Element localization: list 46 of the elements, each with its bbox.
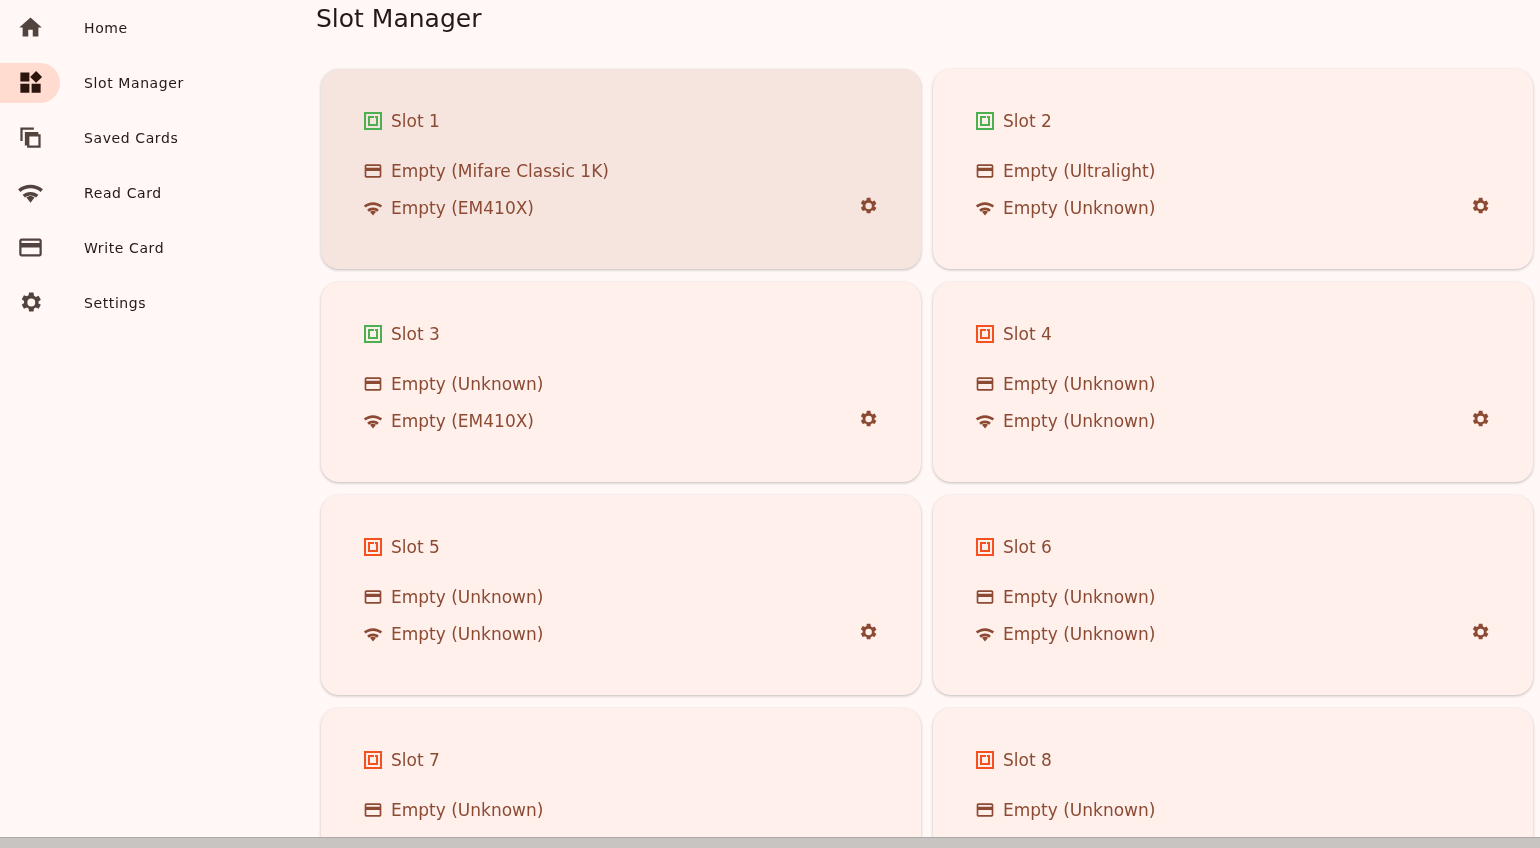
lf-card-label: Empty (Unknown) — [1003, 198, 1156, 218]
card-icon — [363, 374, 383, 394]
nav-item[interactable]: Write Card — [0, 220, 316, 275]
slot-card[interactable]: Slot 8 Empty (Unknown) — [933, 708, 1533, 837]
slot-card[interactable]: Slot 4 Empty (Unknown) Empty (Unknown) — [933, 282, 1533, 482]
slot-name: Slot 6 — [1003, 537, 1052, 557]
slot-name: Slot 1 — [391, 111, 440, 131]
hf-card-label: Empty (Unknown) — [1003, 374, 1156, 394]
hf-card-label: Empty (Unknown) — [391, 800, 544, 820]
lf-card-label: Empty (EM410X) — [391, 198, 534, 218]
slot-name: Slot 3 — [391, 324, 440, 344]
slot-name: Slot 7 — [391, 750, 440, 770]
slot-name: Slot 2 — [1003, 111, 1052, 131]
hf-card-label: Empty (Ultralight) — [1003, 161, 1156, 181]
card-icon — [975, 800, 995, 820]
slot-card[interactable]: Slot 3 Empty (Unknown) Empty (EM410X) — [321, 282, 921, 482]
slot-name: Slot 8 — [1003, 750, 1052, 770]
slot-name: Slot 5 — [391, 537, 440, 557]
lf-card-label: Empty (Unknown) — [1003, 624, 1156, 644]
card-icon — [363, 161, 383, 181]
nav-item[interactable]: Settings — [0, 275, 316, 330]
page-title: Slot Manager — [316, 4, 483, 33]
card-icon — [363, 800, 383, 820]
hf-card-label: Empty (Mifare Classic 1K) — [391, 161, 609, 181]
card-icon — [975, 374, 995, 394]
nav-item[interactable]: Saved Cards — [0, 110, 316, 165]
hf-card-label: Empty (Unknown) — [391, 587, 544, 607]
scrollbar[interactable] — [0, 837, 1540, 848]
slot-card[interactable]: Slot 6 Empty (Unknown) Empty (Unknown) — [933, 495, 1533, 695]
card-icon — [363, 587, 383, 607]
hf-card-label: Empty (Unknown) — [391, 374, 544, 394]
slot-card[interactable]: Slot 1 Empty (Mifare Classic 1K) Empty (EM410X) — [321, 69, 921, 269]
slot-card[interactable]: Slot 7 Empty (Unknown) — [321, 708, 921, 837]
lf-card-label: Empty (Unknown) — [391, 624, 544, 644]
nav-item[interactable]: Home — [0, 0, 316, 55]
hf-card-label: Empty (Unknown) — [1003, 587, 1156, 607]
slot-name: Slot 4 — [1003, 324, 1052, 344]
slot-card[interactable]: Slot 2 Empty (Ultralight) Empty (Unknown) — [933, 69, 1533, 269]
nav-item[interactable]: Slot Manager — [0, 55, 316, 110]
slot-card[interactable]: Slot 5 Empty (Unknown) Empty (Unknown) — [321, 495, 921, 695]
hf-card-label: Empty (Unknown) — [1003, 800, 1156, 820]
lf-card-label: Empty (Unknown) — [1003, 411, 1156, 431]
card-icon — [975, 161, 995, 181]
card-icon — [975, 587, 995, 607]
lf-card-label: Empty (EM410X) — [391, 411, 534, 431]
nav-item[interactable]: Read Card — [0, 165, 316, 220]
